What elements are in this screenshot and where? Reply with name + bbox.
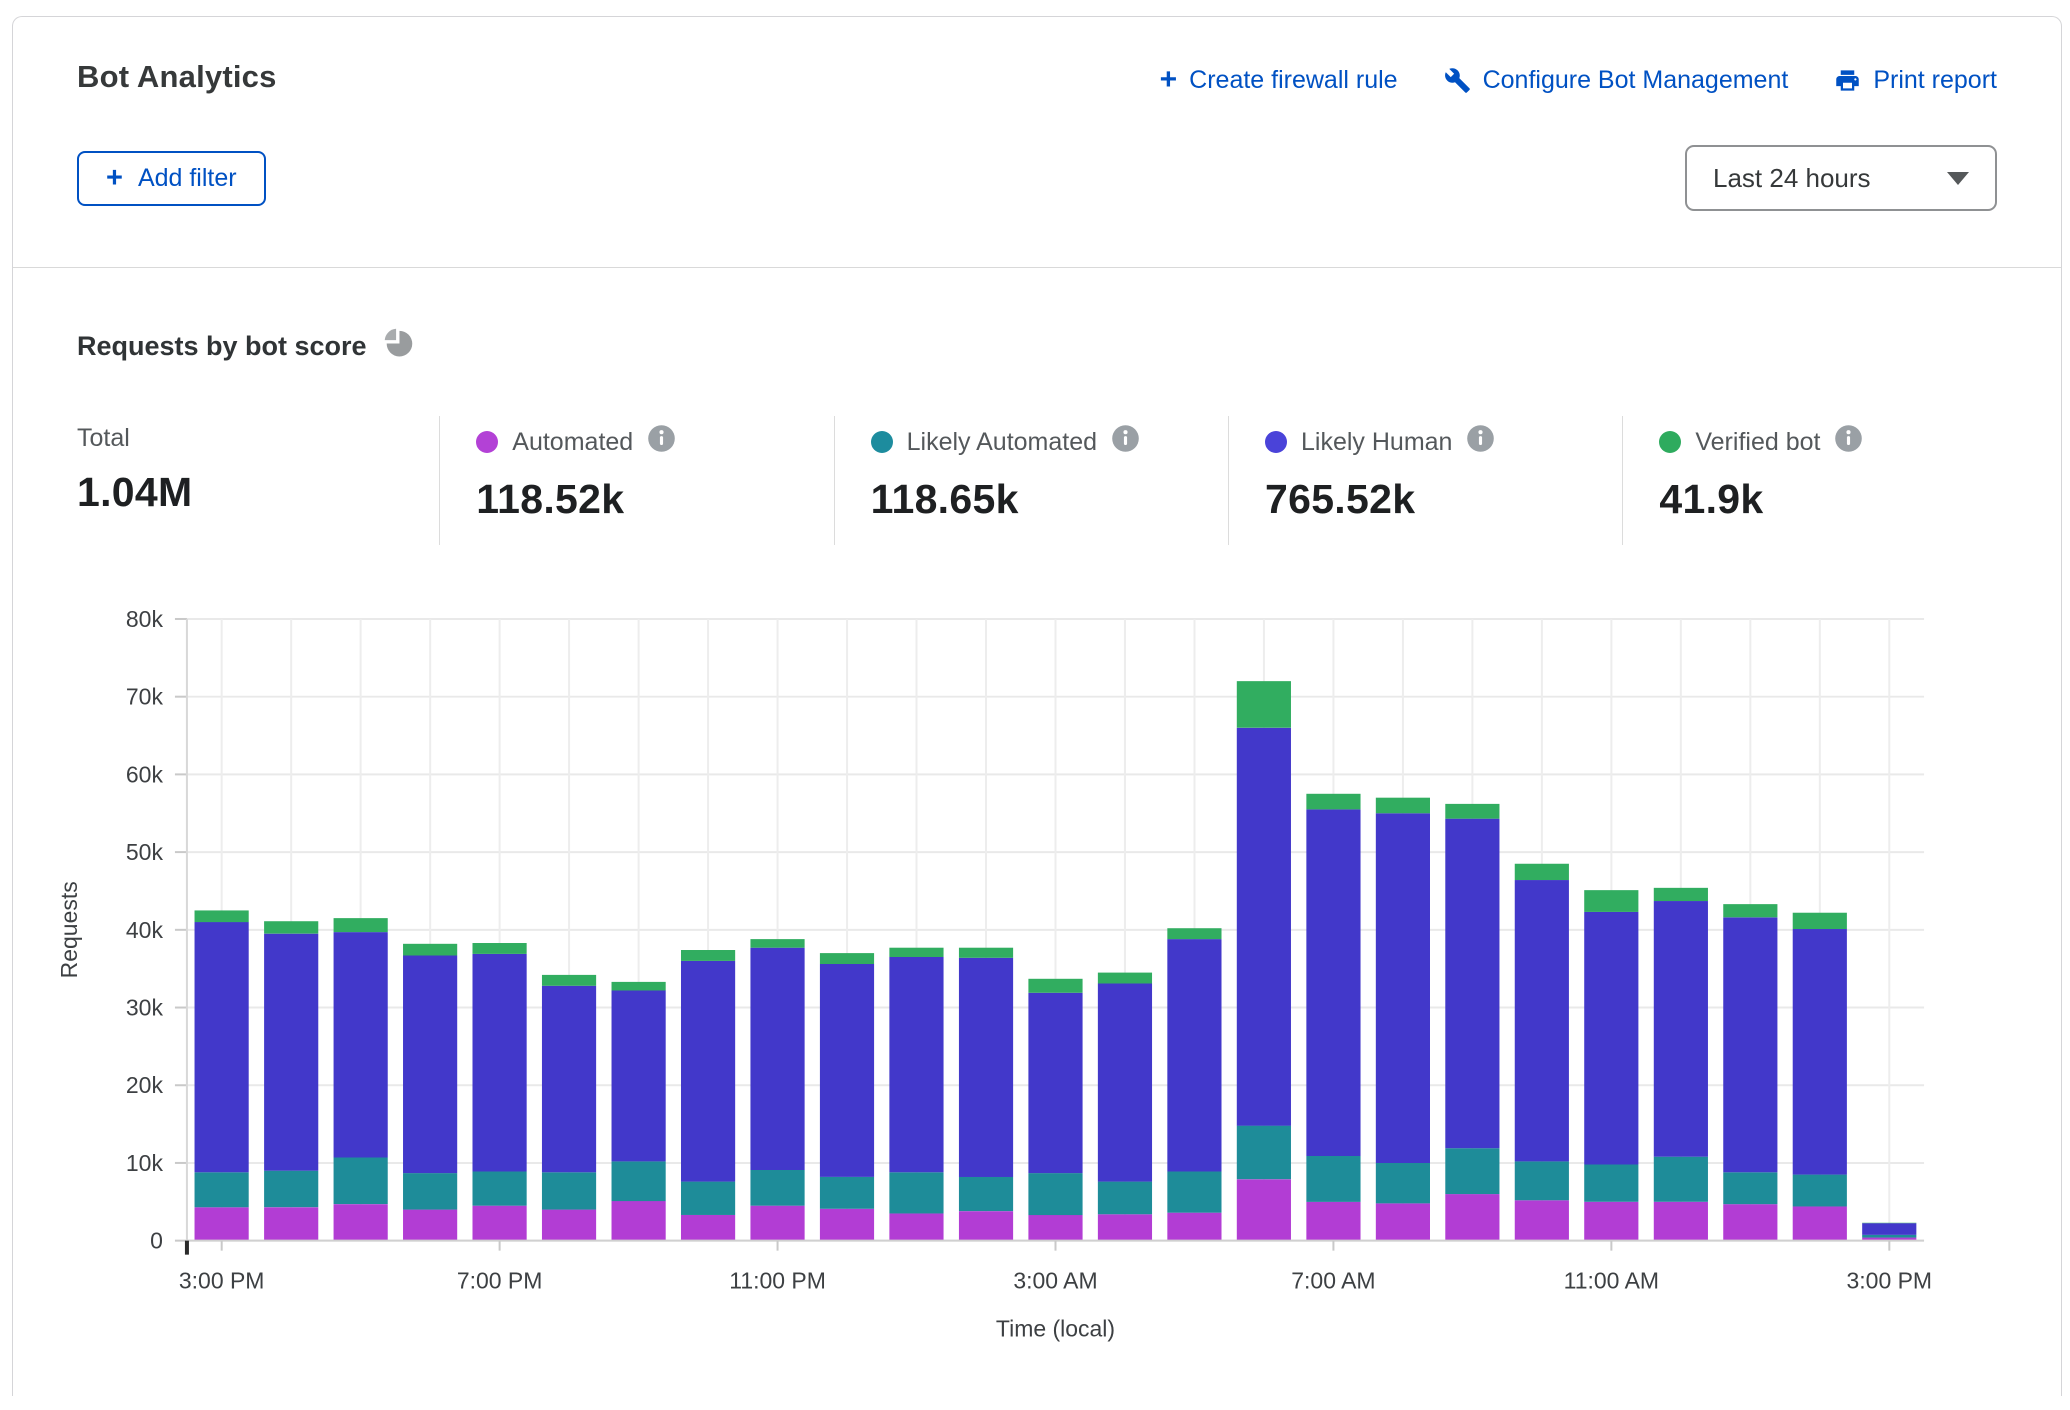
card-header: Bot Analytics + Create firewall rule Con…: [13, 17, 2061, 268]
svg-text:3:00 PM: 3:00 PM: [179, 1268, 265, 1294]
time-range-value: Last 24 hours: [1713, 163, 1871, 194]
wrench-icon: [1444, 67, 1471, 94]
page-title: Bot Analytics: [77, 59, 277, 95]
chevron-down-icon: [1947, 172, 1969, 185]
info-icon[interactable]: [1466, 424, 1495, 460]
stat-automated-label: Automated: [512, 428, 633, 457]
svg-text:3:00 AM: 3:00 AM: [1013, 1268, 1097, 1294]
stats-row: Total 1.04M Automated 118.52k Likely Aut…: [77, 416, 1997, 545]
stat-automated: Automated 118.52k: [439, 416, 833, 545]
pie-chart-icon: [383, 328, 414, 364]
svg-text:20k: 20k: [126, 1072, 164, 1098]
stat-total-value: 1.04M: [77, 469, 439, 516]
legend-dot-likely-automated: [871, 431, 893, 453]
info-icon[interactable]: [1834, 424, 1863, 460]
print-report-label: Print report: [1873, 66, 1997, 95]
svg-text:11:00 PM: 11:00 PM: [729, 1268, 826, 1294]
add-filter-button[interactable]: + Add filter: [77, 151, 266, 206]
legend-dot-verified-bot: [1659, 431, 1681, 453]
stat-likely-automated-value: 118.65k: [871, 476, 1228, 523]
stat-verified-bot-label: Verified bot: [1695, 428, 1820, 457]
stat-likely-human-label: Likely Human: [1301, 428, 1452, 457]
add-filter-label: Add filter: [138, 164, 237, 193]
stat-verified-bot: Verified bot 41.9k: [1622, 416, 1997, 545]
svg-text:80k: 80k: [126, 606, 164, 632]
header-actions: + Create firewall rule Configure Bot Man…: [1160, 59, 1997, 95]
stat-likely-automated-label: Likely Automated: [907, 428, 1097, 457]
bot-analytics-card: Bot Analytics + Create firewall rule Con…: [12, 16, 2062, 1396]
bot-score-chart[interactable]: 0 10k 20k 30k 40k 50k 60k 70k 80k 3:00 PM 7:00 PM 1…: [47, 575, 2031, 1365]
section-heading: Requests by bot score: [77, 328, 1997, 364]
svg-text:30k: 30k: [126, 995, 164, 1021]
svg-text:3:00 PM: 3:00 PM: [1847, 1268, 1933, 1294]
configure-bot-management-link[interactable]: Configure Bot Management: [1444, 66, 1789, 95]
chart-wrap: 0 10k 20k 30k 40k 50k 60k 70k 80k 3:00 PM 7:00 PM 1…: [47, 575, 2031, 1365]
info-icon[interactable]: [1111, 424, 1140, 460]
legend-dot-automated: [476, 431, 498, 453]
plus-icon: +: [1160, 65, 1178, 95]
plus-icon: +: [106, 164, 123, 193]
section-title: Requests by bot score: [77, 331, 367, 362]
stat-verified-bot-value: 41.9k: [1659, 476, 1997, 523]
configure-bot-management-label: Configure Bot Management: [1483, 66, 1789, 95]
legend-dot-likely-human: [1265, 431, 1287, 453]
stat-automated-value: 118.52k: [476, 476, 833, 523]
create-firewall-rule-label: Create firewall rule: [1189, 66, 1397, 95]
svg-text:50k: 50k: [126, 839, 164, 865]
stat-total-label: Total: [77, 424, 130, 453]
svg-text:11:00 AM: 11:00 AM: [1564, 1268, 1659, 1294]
stat-likely-human: Likely Human 765.52k: [1228, 416, 1622, 545]
svg-text:70k: 70k: [126, 684, 164, 710]
svg-text:10k: 10k: [126, 1150, 164, 1176]
create-firewall-rule-link[interactable]: + Create firewall rule: [1160, 65, 1398, 95]
svg-text:60k: 60k: [126, 761, 164, 787]
stat-total: Total 1.04M: [77, 416, 439, 545]
svg-text:0: 0: [150, 1228, 163, 1254]
stat-likely-human-value: 765.52k: [1265, 476, 1622, 523]
svg-text:Requests: Requests: [56, 881, 82, 978]
stat-likely-automated: Likely Automated 118.65k: [834, 416, 1228, 545]
svg-text:7:00 AM: 7:00 AM: [1291, 1268, 1375, 1294]
time-range-select[interactable]: Last 24 hours: [1685, 145, 1997, 211]
svg-text:40k: 40k: [126, 917, 164, 943]
svg-text:7:00 PM: 7:00 PM: [457, 1268, 543, 1294]
print-report-link[interactable]: Print report: [1834, 66, 1997, 95]
info-icon[interactable]: [647, 424, 676, 460]
svg-text:Time (local): Time (local): [996, 1316, 1115, 1342]
printer-icon: [1834, 67, 1861, 94]
